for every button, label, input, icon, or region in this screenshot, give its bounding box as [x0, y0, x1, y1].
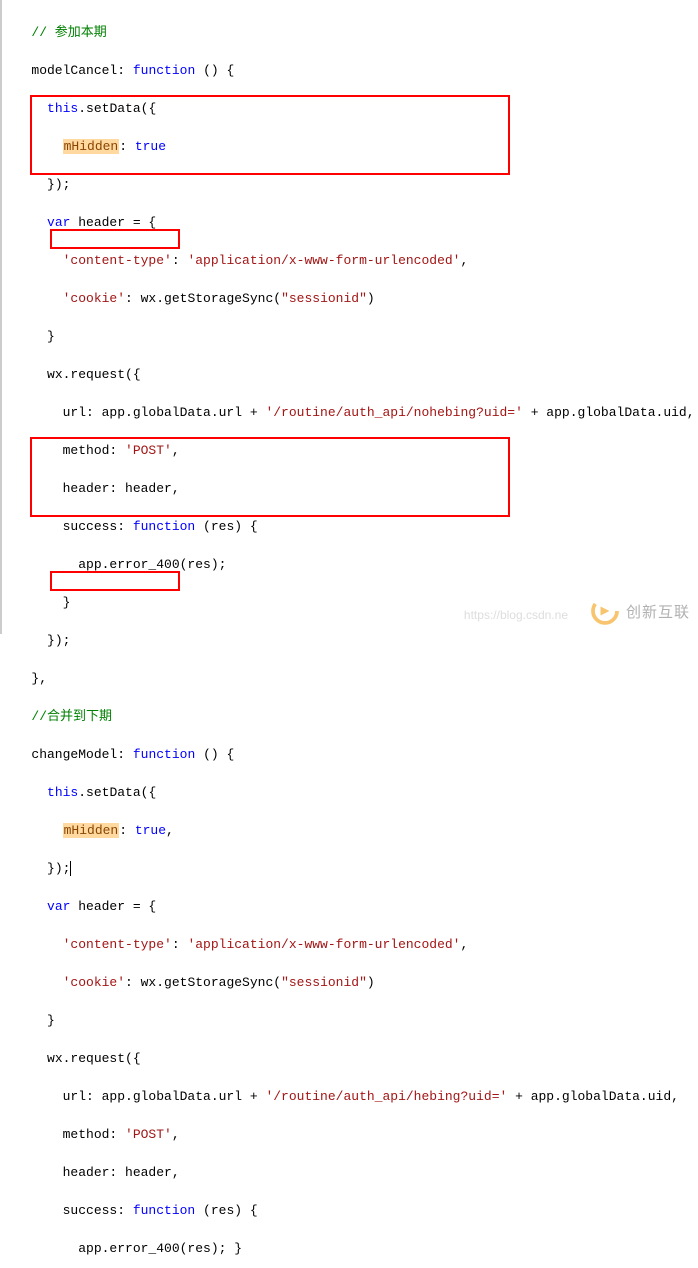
code-line: method: 'POST', — [8, 441, 698, 460]
code-line: modelCancel: function () { — [8, 61, 698, 80]
code-line: app.error_400(res); } — [8, 1239, 698, 1258]
code-line: this.setData({ — [8, 99, 698, 118]
comment-text: //合并到下期 — [31, 709, 112, 724]
code-line: header: header, — [8, 1163, 698, 1182]
code-line: //合并到下期 — [8, 707, 698, 726]
code-line: var header = { — [8, 213, 698, 232]
code-line: url: app.globalData.url + '/routine/auth… — [8, 403, 698, 422]
code-line: wx.request({ — [8, 1049, 698, 1068]
code-line: }, — [8, 669, 698, 688]
code-line: // 参加本期 — [8, 23, 698, 42]
code-line: wx.request({ — [8, 365, 698, 384]
watermark-icon — [590, 596, 620, 626]
watermark-text: 创新互联 — [626, 601, 690, 622]
code-line: success: function (res) { — [8, 1201, 698, 1220]
highlight-box-header-line1 — [50, 229, 180, 249]
code-line: method: 'POST', — [8, 1125, 698, 1144]
code-line: changeModel: function () { — [8, 745, 698, 764]
code-line: 'cookie': wx.getStorageSync("sessionid") — [8, 289, 698, 308]
code-editor-content[interactable]: // 参加本期 modelCancel: function () { this.… — [0, 0, 698, 1268]
highlighted-property: mHidden — [63, 139, 120, 154]
code-line: mHidden: true — [8, 137, 698, 156]
code-line: }); — [8, 859, 698, 878]
code-line: this.setData({ — [8, 783, 698, 802]
code-line: } — [8, 327, 698, 346]
code-line: var header = { — [8, 897, 698, 916]
highlight-box-header-line2 — [50, 571, 180, 591]
watermark-url: https://blog.csdn.ne — [464, 608, 568, 622]
code-line: mHidden: true, — [8, 821, 698, 840]
code-line: 'content-type': 'application/x-www-form-… — [8, 251, 698, 270]
code-line: } — [8, 1011, 698, 1030]
code-line: }); — [8, 175, 698, 194]
code-line: header: header, — [8, 479, 698, 498]
code-line: 'content-type': 'application/x-www-form-… — [8, 935, 698, 954]
code-line: success: function (res) { — [8, 517, 698, 536]
highlighted-property: mHidden — [63, 823, 120, 838]
text-cursor — [70, 861, 71, 876]
watermark-logo: 创新互联 — [590, 596, 690, 626]
comment-text: // 参加本期 — [31, 25, 106, 40]
code-line: 'cookie': wx.getStorageSync("sessionid") — [8, 973, 698, 992]
code-line: url: app.globalData.url + '/routine/auth… — [8, 1087, 698, 1106]
code-line: app.error_400(res); — [8, 555, 698, 574]
